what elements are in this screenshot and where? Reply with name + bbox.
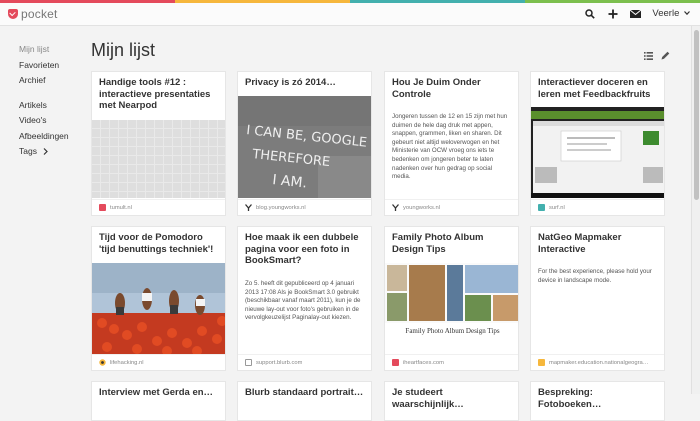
sidebar-item-mijn-lijst[interactable]: Mijn lijst bbox=[19, 42, 79, 58]
article-thumbnail bbox=[92, 120, 225, 198]
sidebar-item-afbeeldingen[interactable]: Afbeeldingen bbox=[19, 129, 79, 145]
article-title: Hou Je Duim Onder Controle bbox=[392, 77, 481, 100]
article-card[interactable]: NatGeo Mapmaker Interactive For the best… bbox=[530, 226, 665, 371]
article-title: Privacy is zó 2014… bbox=[245, 77, 336, 88]
article-card[interactable]: Hou Je Duim Onder Controle Jongeren tuss… bbox=[384, 71, 519, 216]
article-title: Blurb standaard portrait… bbox=[245, 387, 364, 398]
add-icon[interactable] bbox=[606, 7, 619, 20]
article-title: Interview met Gerda en… bbox=[99, 387, 214, 398]
article-card[interactable]: Interactiever doceren en leren met Feedb… bbox=[530, 71, 665, 216]
article-source: lifehacking.nl bbox=[92, 354, 225, 370]
article-source: tumult.nl bbox=[92, 199, 225, 215]
edit-pencil-icon[interactable] bbox=[661, 47, 670, 65]
source-domain: lifehacking.nl bbox=[110, 359, 144, 366]
article-card[interactable]: Privacy is zó 2014… I CAN BE, GOOGLE THE… bbox=[237, 71, 372, 216]
app-screenshot-image bbox=[531, 107, 664, 198]
article-source: youngworks.nl bbox=[385, 199, 518, 215]
user-menu[interactable]: Veerle bbox=[652, 8, 690, 19]
article-source: surf.nl bbox=[531, 199, 664, 215]
view-toggle bbox=[644, 47, 670, 65]
favicon-icon bbox=[99, 204, 106, 211]
article-source: blog.youngworks.nl bbox=[238, 199, 371, 215]
favicon-icon bbox=[538, 204, 545, 211]
source-domain: iheartfaces.com bbox=[403, 359, 444, 366]
source-domain: surf.nl bbox=[549, 204, 565, 211]
article-card[interactable]: Family Photo Album Design Tips Family Ph… bbox=[384, 226, 519, 371]
sidebar-item-archief[interactable]: Archief bbox=[19, 73, 79, 89]
article-title: Tijd voor de Pomodoro 'tijd benuttings t… bbox=[99, 232, 214, 255]
article-source: iheartfaces.com bbox=[385, 354, 518, 370]
source-domain: mapmaker.education.nationalgeogra… bbox=[549, 359, 649, 366]
page-title: Mijn lijst bbox=[91, 40, 156, 60]
article-card[interactable]: Blurb standaard portrait… bbox=[237, 381, 372, 421]
favicon-icon bbox=[392, 359, 399, 366]
article-thumbnail: I CAN BE, GOOGLE THEREFORE I AM. bbox=[238, 96, 371, 198]
favicon-icon bbox=[99, 359, 106, 366]
article-excerpt: For the best experience, please hold you… bbox=[538, 268, 652, 284]
favicon-icon bbox=[245, 359, 252, 366]
article-card[interactable]: Bespreking: Fotoboeken… bbox=[530, 381, 665, 421]
scrollbar-thumb[interactable] bbox=[694, 30, 699, 200]
article-thumbnail bbox=[92, 263, 225, 355]
chalk-writing-photo: I CAN BE, GOOGLE THEREFORE I AM. bbox=[238, 96, 371, 198]
logo-text: pocket bbox=[21, 7, 58, 21]
pocket-logo[interactable]: pocket bbox=[8, 7, 58, 21]
chevron-right-icon bbox=[43, 148, 49, 156]
article-title: Je studeert waarschijnlijk… bbox=[392, 387, 464, 410]
article-title: Family Photo Album Design Tips bbox=[392, 232, 484, 255]
scrollbar[interactable] bbox=[691, 26, 700, 394]
top-bar: pocket Veerle bbox=[0, 3, 700, 26]
article-source: support.blurb.com bbox=[238, 354, 371, 370]
article-excerpt: Zo 5. heeft dit gepubliceerd op 4 januar… bbox=[245, 280, 361, 322]
search-icon[interactable] bbox=[583, 7, 596, 20]
source-domain: tumult.nl bbox=[110, 204, 132, 211]
article-title: Hoe maak ik een dubbele pagina voor een … bbox=[245, 232, 359, 266]
chevron-down-icon bbox=[684, 11, 690, 16]
source-domain: support.blurb.com bbox=[256, 359, 303, 366]
sidebar-item-tags[interactable]: Tags bbox=[19, 144, 79, 160]
article-card[interactable]: Tijd voor de Pomodoro 'tijd benuttings t… bbox=[91, 226, 226, 371]
user-name: Veerle bbox=[652, 8, 680, 19]
article-card[interactable]: Je studeert waarschijnlijk… bbox=[384, 381, 519, 421]
sidebar-item-artikels[interactable]: Artikels bbox=[19, 98, 79, 114]
article-card[interactable]: Handige tools #12 : interactieve present… bbox=[91, 71, 226, 216]
article-card[interactable]: Interview met Gerda en… bbox=[91, 381, 226, 421]
article-thumbnail: Family Photo Album Design Tips bbox=[385, 263, 518, 351]
article-title: Handige tools #12 : interactieve present… bbox=[99, 77, 211, 111]
favicon-icon bbox=[245, 204, 252, 211]
tomatina-photo bbox=[92, 263, 225, 355]
article-title: Interactiever doceren en leren met Feedb… bbox=[538, 77, 651, 100]
sidebar-item-videos[interactable]: Video's bbox=[19, 113, 79, 129]
article-title: Bespreking: Fotoboeken… bbox=[538, 387, 602, 410]
article-thumbnail bbox=[531, 107, 664, 198]
favicon-icon bbox=[392, 204, 399, 211]
article-excerpt: Jongeren tussen de 12 en 15 zijn met hun… bbox=[392, 113, 508, 181]
sidebar-item-tags-label: Tags bbox=[19, 146, 37, 156]
article-source: mapmaker.education.nationalgeogra… bbox=[531, 354, 664, 370]
list-view-icon[interactable] bbox=[644, 47, 653, 65]
sidebar-divider bbox=[19, 89, 79, 98]
photo-collage-image bbox=[385, 263, 518, 323]
sidebar: Mijn lijst Favorieten Archief Artikels V… bbox=[19, 42, 79, 160]
mail-icon[interactable] bbox=[629, 7, 642, 20]
favicon-icon bbox=[538, 359, 545, 366]
source-domain: blog.youngworks.nl bbox=[256, 204, 306, 211]
grid-pattern-image bbox=[92, 120, 225, 198]
article-card[interactable]: Hoe maak ik een dubbele pagina voor een … bbox=[237, 226, 372, 371]
article-title: NatGeo Mapmaker Interactive bbox=[538, 232, 622, 255]
pocket-logo-icon bbox=[8, 9, 18, 19]
sidebar-item-favorieten[interactable]: Favorieten bbox=[19, 58, 79, 74]
image-caption: Family Photo Album Design Tips bbox=[405, 327, 500, 335]
source-domain: youngworks.nl bbox=[403, 204, 441, 211]
